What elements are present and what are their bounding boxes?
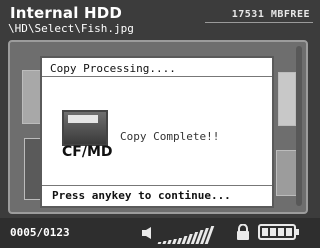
free-space-indicator: 17531 MBFREE: [231, 9, 310, 20]
battery-icon: [258, 224, 299, 240]
volume-bar: [162, 241, 167, 244]
thumbnail[interactable]: [278, 72, 296, 126]
memory-card-icon: [62, 110, 108, 146]
free-space-divider: [205, 22, 313, 23]
copy-dialog: Copy Processing.... CF/MD Copy Complete!…: [40, 56, 274, 208]
volume-indicator[interactable]: [142, 222, 226, 244]
status-message: Copy Complete!!: [120, 130, 220, 143]
divider: [42, 76, 272, 77]
dialog-title: Copy Processing....: [50, 62, 176, 75]
volume-bars: [157, 224, 226, 244]
device-screen: Internal HDD 17531 MBFREE \HD\Select\Fis…: [0, 0, 320, 248]
card-label-strip: [68, 115, 98, 123]
device-label: CF/MD: [62, 144, 113, 160]
continue-prompt[interactable]: Press anykey to continue...: [52, 189, 231, 202]
status-bar: 0005/0123: [0, 218, 320, 248]
file-counter: 0005/0123: [10, 226, 70, 239]
speaker-icon: [142, 227, 151, 239]
scrollbar[interactable]: [296, 46, 302, 206]
volume-bar: [157, 242, 162, 244]
page-title: Internal HDD: [10, 4, 123, 22]
file-path: \HD\Select\Fish.jpg: [8, 22, 134, 35]
lock-icon: [237, 224, 249, 240]
divider: [42, 185, 272, 186]
